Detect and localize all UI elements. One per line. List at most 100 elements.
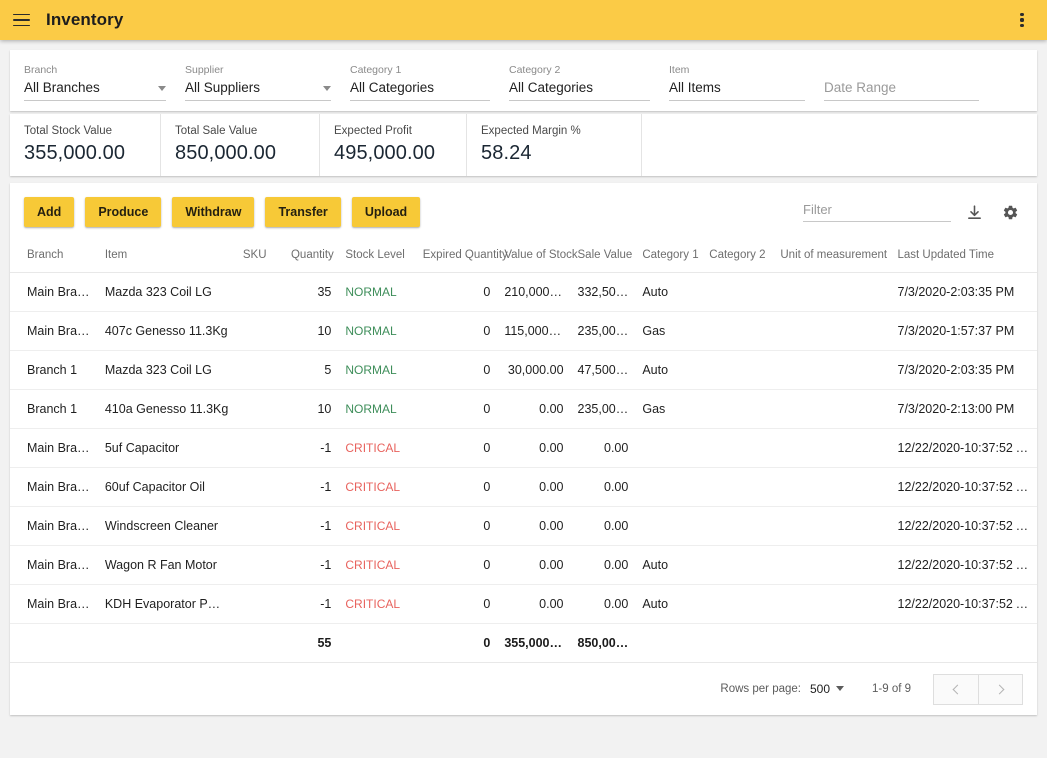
cell-item: Windscreen Cleaner bbox=[97, 506, 236, 546]
table-row[interactable]: Main Branch 60uf Capacitor Oil -1 CRITICAL 0… bbox=[10, 467, 1037, 507]
cell-stock-level: CRITICAL bbox=[338, 428, 416, 468]
filter-item-value: All Items bbox=[669, 80, 721, 95]
col-quantity[interactable]: Quantity bbox=[283, 239, 339, 273]
col-sku[interactable]: SKU bbox=[235, 239, 284, 273]
cell-sku bbox=[235, 272, 284, 312]
status-badge: NORMAL bbox=[345, 402, 397, 416]
filter-input[interactable] bbox=[803, 202, 951, 222]
total-branch bbox=[10, 623, 98, 663]
status-badge: CRITICAL bbox=[345, 597, 401, 611]
cell-item: 410a Genesso 11.3Kg bbox=[97, 389, 236, 429]
col-branch[interactable]: Branch bbox=[10, 239, 98, 273]
cell-last-updated-time: 7/3/2020-2:13:00 PM bbox=[890, 389, 1037, 429]
transfer-button[interactable]: Transfer bbox=[265, 197, 341, 227]
previous-page-button[interactable] bbox=[933, 673, 978, 705]
cell-sku bbox=[235, 506, 284, 546]
cell-unit-of-measurement bbox=[773, 467, 891, 507]
col-sale-value[interactable]: Sale Value bbox=[570, 239, 636, 273]
kpi-value: 850,000.00 bbox=[175, 142, 277, 164]
cell-stock-level: NORMAL bbox=[338, 311, 416, 351]
add-button[interactable]: Add bbox=[24, 197, 75, 227]
cell-branch: Branch 1 bbox=[10, 389, 98, 429]
inventory-table-card: Add Produce Withdraw Transfer Upload Fil… bbox=[10, 183, 1037, 715]
cell-stock-level: CRITICAL bbox=[338, 506, 416, 546]
cell-item: 60uf Capacitor Oil bbox=[97, 467, 236, 507]
cell-stock-level: CRITICAL bbox=[338, 584, 416, 624]
col-last-updated-time[interactable]: Last Updated Time bbox=[890, 239, 1037, 273]
upload-button[interactable]: Upload bbox=[351, 197, 421, 227]
produce-button[interactable]: Produce bbox=[85, 197, 162, 227]
cell-value-of-stock: 210,000.00 bbox=[497, 272, 571, 312]
rows-per-page-select[interactable]: 500 bbox=[810, 682, 844, 696]
cell-quantity: 10 bbox=[283, 389, 339, 429]
total-last-updated-time bbox=[890, 623, 1037, 663]
col-category1[interactable]: Category 1 bbox=[635, 239, 703, 273]
download-icon[interactable] bbox=[961, 199, 987, 225]
status-badge: CRITICAL bbox=[345, 480, 401, 494]
filter-branch[interactable]: Branch All Branches bbox=[24, 64, 166, 101]
cell-branch: Main Branch bbox=[10, 584, 98, 624]
cell-quantity: -1 bbox=[283, 506, 339, 546]
gear-icon[interactable] bbox=[997, 199, 1023, 225]
cell-last-updated-time: 12/22/2020-10:37:52 AM bbox=[890, 506, 1037, 546]
col-unit-of-measurement[interactable]: Unit of measurement bbox=[773, 239, 891, 273]
chevron-left-icon bbox=[952, 684, 963, 694]
cell-branch: Main Branch bbox=[10, 428, 98, 468]
cell-value-of-stock: 0.00 bbox=[497, 506, 571, 546]
filter-date-range[interactable]: Date Range bbox=[824, 76, 979, 101]
table-row[interactable]: Main Branch 5uf Capacitor -1 CRITICAL 0 0.00 0… bbox=[10, 428, 1037, 468]
col-stock-level[interactable]: Stock Level bbox=[338, 239, 416, 273]
cell-sku bbox=[235, 584, 284, 624]
table-row[interactable]: Main Branch 407c Genesso 11.3Kg 10 NORMAL 0 1… bbox=[10, 311, 1037, 351]
cell-category2 bbox=[702, 272, 774, 312]
page-title: Inventory bbox=[46, 10, 124, 29]
pagination-range: 1-9 of 9 bbox=[872, 683, 911, 695]
total-item bbox=[97, 623, 236, 663]
next-page-button[interactable] bbox=[978, 673, 1023, 705]
filter-item[interactable]: Item All Items bbox=[669, 64, 805, 101]
total-unit-of-measurement bbox=[773, 623, 891, 663]
cell-sale-value: 235,000.00 bbox=[570, 311, 636, 351]
table-row[interactable]: Branch 1 410a Genesso 11.3Kg 10 NORMAL 0 0.00… bbox=[10, 389, 1037, 429]
cell-category1 bbox=[635, 428, 703, 468]
cell-item: 5uf Capacitor bbox=[97, 428, 236, 468]
kpi-expected-profit: Expected Profit 495,000.00 bbox=[320, 114, 467, 176]
table-row[interactable]: Main Branch Wagon R Fan Motor -1 CRITICAL 0 0… bbox=[10, 545, 1037, 585]
cell-item: Mazda 323 Coil LG bbox=[97, 350, 236, 390]
cell-branch: Main Branch bbox=[10, 545, 98, 585]
cell-expired-quantity: 0 bbox=[415, 584, 498, 624]
status-badge: CRITICAL bbox=[345, 441, 401, 455]
chevron-down-icon bbox=[323, 86, 331, 91]
col-value-of-stock[interactable]: Value of Stock bbox=[497, 239, 578, 273]
cell-expired-quantity: 0 bbox=[415, 389, 498, 429]
table-row[interactable]: Main Branch KDH Evaporator POKKA -1 CRITICA… bbox=[10, 584, 1037, 624]
filter-supplier[interactable]: Supplier All Suppliers bbox=[185, 64, 331, 101]
cell-category1: Gas bbox=[635, 311, 703, 351]
kebab-menu-icon[interactable] bbox=[1009, 7, 1035, 33]
cell-last-updated-time: 7/3/2020-2:03:35 PM bbox=[890, 272, 1037, 312]
table-totals-row: 55 0 355,000.00 850,000.00 bbox=[10, 623, 1037, 663]
filter-category1[interactable]: Category 1 All Categories bbox=[350, 64, 490, 101]
hamburger-icon[interactable] bbox=[8, 7, 34, 33]
cell-quantity: 10 bbox=[283, 311, 339, 351]
total-quantity: 55 bbox=[283, 623, 339, 663]
total-category1 bbox=[635, 623, 703, 663]
cell-category1: Auto bbox=[635, 584, 703, 624]
rows-per-page-value: 500 bbox=[809, 682, 830, 696]
filter-supplier-label: Supplier bbox=[185, 64, 224, 76]
col-category2[interactable]: Category 2 bbox=[702, 239, 774, 273]
cell-unit-of-measurement bbox=[773, 506, 891, 546]
app-bar: Inventory bbox=[0, 0, 1047, 40]
cell-sku bbox=[235, 428, 284, 468]
filter-category2[interactable]: Category 2 All Categories bbox=[509, 64, 650, 101]
cell-last-updated-time: 7/3/2020-1:57:37 PM bbox=[890, 311, 1037, 351]
cell-category1: Auto bbox=[635, 272, 703, 312]
table-row[interactable]: Main Branch Mazda 323 Coil LG 35 NORMAL 0 210… bbox=[10, 272, 1037, 312]
cell-sku bbox=[235, 350, 284, 390]
table-row[interactable]: Branch 1 Mazda 323 Coil LG 5 NORMAL 0 30,000.… bbox=[10, 350, 1037, 390]
col-expired-quantity[interactable]: Expired Quantity bbox=[415, 239, 508, 273]
table-row[interactable]: Main Branch Windscreen Cleaner -1 CRITICAL 0… bbox=[10, 506, 1037, 546]
col-item[interactable]: Item bbox=[97, 239, 236, 273]
status-badge: NORMAL bbox=[345, 285, 397, 299]
withdraw-button[interactable]: Withdraw bbox=[172, 197, 255, 227]
